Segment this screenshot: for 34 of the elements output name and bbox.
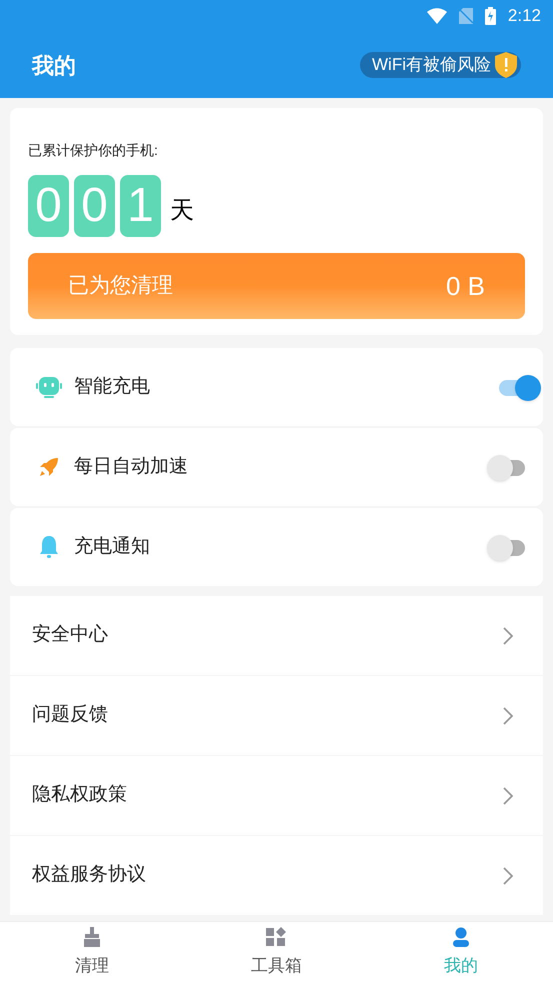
day-unit: 天 [170, 196, 194, 226]
warning-shield-icon [495, 52, 517, 78]
chevron-right-icon [503, 866, 513, 884]
chevron-right-icon [503, 786, 513, 804]
battery-icon [484, 7, 496, 25]
setting-label: 智能充电 [74, 374, 151, 399]
menu-item[interactable]: 隐私权政策 [10, 756, 543, 835]
menu-item[interactable]: 安全中心 [10, 596, 543, 675]
day-digit: 0 [74, 175, 115, 237]
robot-icon [36, 376, 62, 398]
status-time: 2:12 [508, 5, 541, 28]
setting-label: 充电通知 [74, 534, 151, 559]
rocket-icon [38, 456, 60, 478]
bell-icon [38, 535, 60, 559]
nav-tab[interactable]: 工具箱 [184, 922, 369, 983]
page-title: 我的 [32, 52, 76, 80]
day-digit: 0 [28, 175, 69, 237]
chevron-right-icon [503, 706, 513, 724]
menu-item[interactable]: 问题反馈 [10, 676, 543, 755]
no-sim-icon [458, 8, 473, 24]
day-digit: 1 [120, 175, 161, 237]
grid-icon [266, 926, 286, 947]
wifi-risk-badge[interactable]: WiFi有被偷风险 [360, 52, 521, 78]
protection-label: 已累计保护你的手机: [28, 141, 159, 160]
nav-tab[interactable]: 清理 [0, 922, 184, 983]
wifi-icon [426, 8, 447, 24]
setting-label: 每日自动加速 [74, 454, 189, 479]
broom-icon [83, 926, 102, 947]
cleaned-value: 0 B [446, 270, 485, 302]
chevron-right-icon [503, 626, 513, 644]
user-icon [452, 926, 470, 947]
cleaned-label: 已为您清理 [68, 273, 173, 300]
menu-item[interactable]: 权益服务协议 [10, 836, 543, 915]
toggle-switch[interactable] [497, 373, 539, 401]
